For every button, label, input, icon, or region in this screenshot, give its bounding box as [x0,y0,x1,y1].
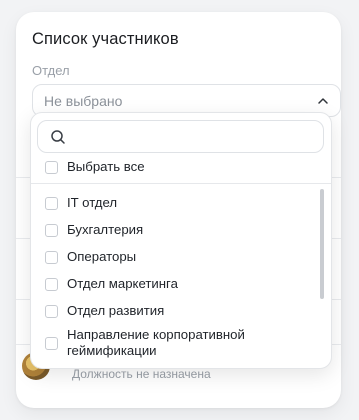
select-all-option[interactable]: Выбрать все [45,159,145,175]
dropdown-divider [31,183,331,184]
search-icon [51,130,65,144]
option-label: Отдел маркетинга [67,276,178,291]
option-it[interactable]: IT отдел [45,195,117,211]
select-all-checkbox[interactable] [45,161,58,174]
select-all-label: Выбрать все [67,159,145,174]
search-field[interactable] [37,120,324,154]
option-development[interactable]: Отдел развития [45,303,164,319]
option-marketing[interactable]: Отдел маркетинга [45,276,178,292]
dropdown-scrollbar[interactable] [320,189,324,299]
option-gamification[interactable]: Направление корпоративной геймификации [45,327,245,359]
option-checkbox[interactable] [45,305,58,318]
option-label: Направление корпоративной геймификации [67,327,245,358]
option-label: IT отдел [67,195,118,210]
option-label: Операторы [67,249,137,264]
option-label: Отдел развития [67,303,165,318]
department-select-value: Не выбрано [44,93,123,109]
department-label: Отдел [32,63,70,78]
option-checkbox[interactable] [45,251,58,264]
department-dropdown: Выбрать все IT отдел Бухгалтерия Операто… [30,112,332,369]
option-checkbox[interactable] [45,224,58,237]
search-input[interactable] [74,121,318,154]
option-operators[interactable]: Операторы [45,249,136,265]
page-title: Список участников [32,30,179,48]
position-text: Должность не назначена [72,367,211,381]
option-label: Бухгалтерия [67,222,144,237]
option-accounting[interactable]: Бухгалтерия [45,222,143,238]
option-checkbox[interactable] [45,278,58,291]
chevron-up-icon[interactable] [316,94,330,108]
option-checkbox[interactable] [45,197,58,210]
option-checkbox[interactable] [45,337,58,350]
